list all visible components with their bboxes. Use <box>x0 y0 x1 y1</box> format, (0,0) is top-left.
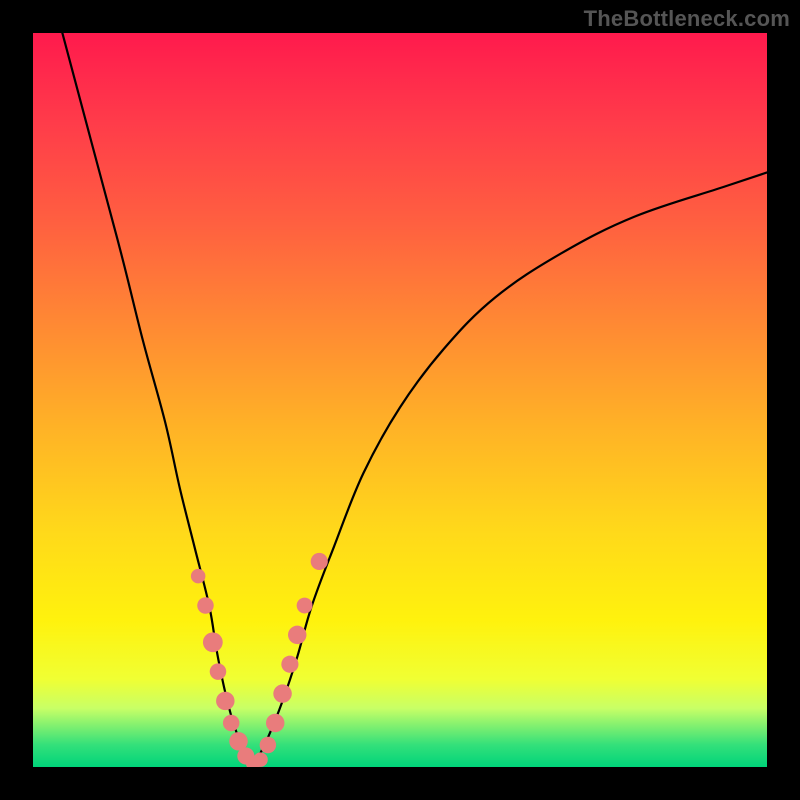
data-point-marker <box>273 684 291 702</box>
data-point-marker <box>253 752 268 767</box>
watermark-text: TheBottleneck.com <box>584 6 790 32</box>
series-left-branch <box>62 33 253 767</box>
data-point-marker <box>191 569 206 584</box>
markers-group <box>191 553 328 767</box>
data-point-marker <box>210 663 227 680</box>
chart-frame: TheBottleneck.com <box>0 0 800 800</box>
curves-layer <box>33 33 767 767</box>
data-point-marker <box>216 692 234 710</box>
data-point-marker <box>260 737 277 754</box>
plot-area <box>33 33 767 767</box>
data-point-marker <box>197 597 214 614</box>
series-right-branch <box>253 172 767 767</box>
data-point-marker <box>281 656 298 673</box>
data-point-marker <box>203 632 223 652</box>
data-point-marker <box>288 626 306 644</box>
data-point-marker <box>266 714 284 732</box>
data-point-marker <box>297 598 313 614</box>
data-point-marker <box>223 715 240 732</box>
data-point-marker <box>311 553 328 570</box>
